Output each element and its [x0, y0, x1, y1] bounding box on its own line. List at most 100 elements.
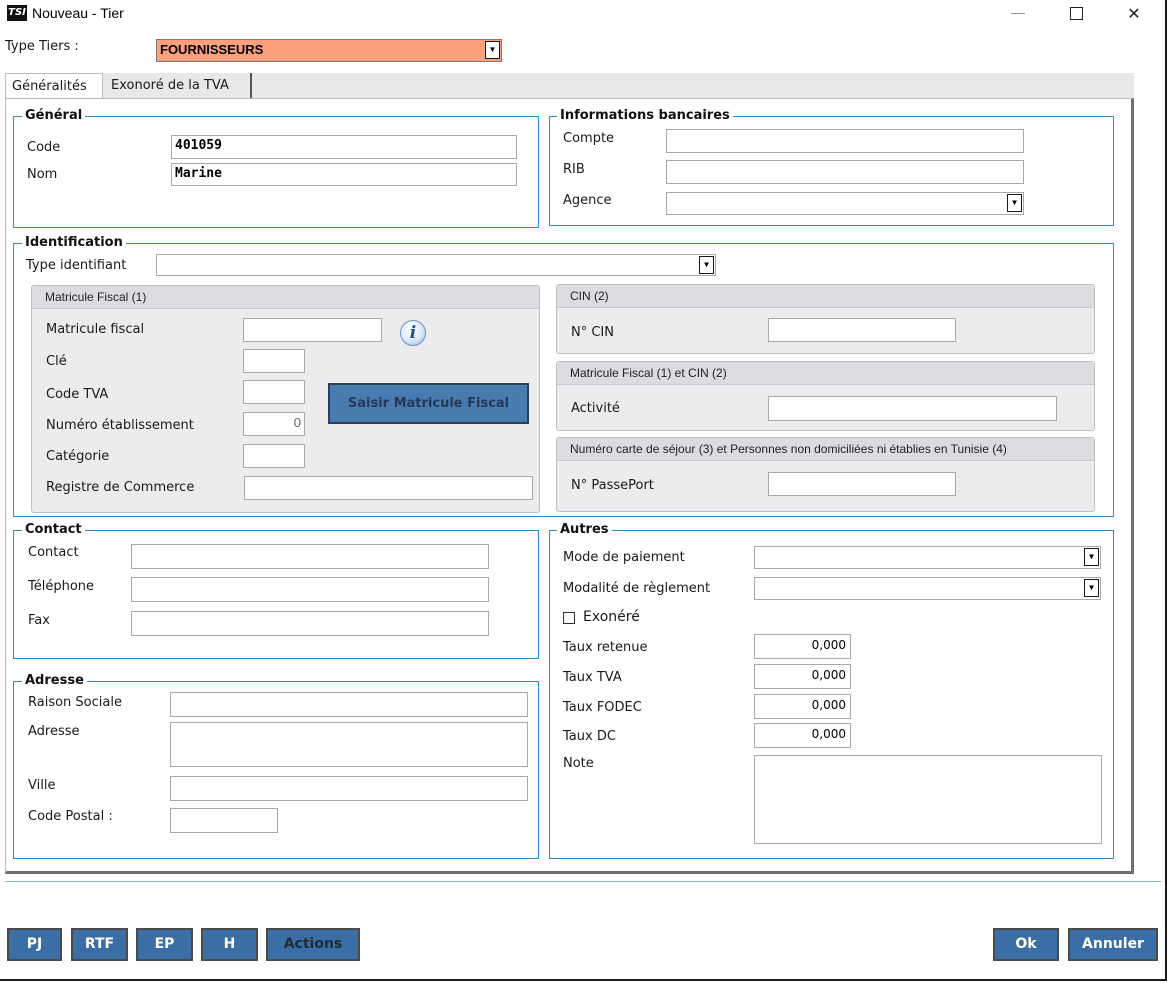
chevron-down-icon[interactable] — [1084, 579, 1099, 597]
raison-sociale-label: Raison Sociale — [28, 695, 122, 710]
tab-exonore-tva[interactable]: Exonoré de la TVA — [105, 73, 252, 99]
minimize-icon — [1011, 13, 1025, 14]
adresse-label: Adresse — [28, 724, 80, 739]
tab-strip: Généralités Exonoré de la TVA — [5, 73, 1134, 99]
footer-divider — [5, 881, 1161, 882]
taux-tva-input[interactable]: 0,000 — [754, 664, 851, 689]
cin-panel-title: CIN (2) — [557, 285, 1094, 308]
numero-etablissement-input[interactable]: 0 — [243, 412, 305, 436]
chevron-down-icon[interactable] — [485, 41, 500, 59]
code-postal-label: Code Postal : — [28, 809, 113, 824]
saisir-matricule-fiscal-button[interactable]: Saisir Matricule Fiscal — [328, 383, 529, 424]
chevron-down-icon[interactable] — [1084, 548, 1099, 566]
compte-label: Compte — [563, 131, 615, 146]
mode-paiement-select[interactable] — [754, 546, 1101, 569]
ok-button[interactable]: Ok — [993, 928, 1059, 961]
activite-label: Activité — [571, 401, 620, 416]
close-button[interactable]: ✕ — [1111, 0, 1157, 28]
contact-group-title: Contact — [22, 523, 85, 537]
code-label: Code — [27, 140, 61, 155]
adresse-group-title: Adresse — [22, 674, 87, 688]
note-textarea[interactable] — [754, 755, 1102, 844]
type-tiers-select[interactable]: FOURNISSEURS — [156, 39, 502, 62]
rib-input[interactable] — [666, 160, 1024, 184]
telephone-label: Téléphone — [28, 579, 95, 594]
taux-retenue-label: Taux retenue — [563, 640, 648, 655]
raison-sociale-input[interactable] — [170, 692, 528, 717]
fax-input[interactable] — [131, 611, 489, 636]
close-icon: ✕ — [1127, 4, 1141, 23]
maximize-icon — [1070, 7, 1083, 20]
agence-label: Agence — [563, 193, 612, 208]
cin-input[interactable] — [768, 318, 956, 342]
h-button[interactable]: H — [201, 928, 258, 961]
ville-input[interactable] — [170, 776, 528, 801]
window: TSI Nouveau - Tier ✕ Type Tiers : FOURNI… — [0, 0, 1167, 981]
categorie-input[interactable] — [243, 444, 305, 468]
taux-fodec-input[interactable]: 0,000 — [754, 694, 851, 719]
sejour-panel-title: Numéro carte de séjour (3) et Personnes … — [557, 438, 1094, 461]
exonere-label: Exonéré — [583, 609, 640, 625]
passeport-label: N° PassePort — [571, 478, 654, 493]
type-identifiant-select[interactable] — [156, 254, 716, 276]
mf-cin-panel-title: Matricule Fiscal (1) et CIN (2) — [557, 362, 1094, 385]
mode-paiement-label: Mode de paiement — [563, 550, 685, 565]
title-bar: TSI Nouveau - Tier ✕ — [0, 0, 1165, 28]
cin-label: N° CIN — [571, 325, 614, 340]
annuler-button[interactable]: Annuler — [1068, 928, 1158, 961]
pj-button[interactable]: PJ — [7, 928, 62, 961]
ep-button[interactable]: EP — [136, 928, 193, 961]
taux-retenue-input[interactable]: 0,000 — [754, 634, 851, 659]
general-group-title: Général — [22, 109, 86, 123]
taux-fodec-label: Taux FODEC — [563, 700, 642, 715]
taux-tva-label: Taux TVA — [563, 670, 622, 685]
cle-label: Clé — [46, 354, 67, 369]
nom-label: Nom — [27, 167, 58, 182]
compte-input[interactable] — [666, 129, 1024, 153]
identification-group-title: Identification — [22, 236, 126, 250]
tab-generalites[interactable]: Généralités — [5, 73, 103, 99]
matricule-fiscal-panel-title: Matricule Fiscal (1) — [32, 286, 539, 309]
agence-select[interactable] — [666, 192, 1024, 215]
adresse-textarea[interactable] — [170, 722, 528, 767]
taux-dc-label: Taux DC — [563, 729, 616, 744]
chevron-down-icon[interactable] — [1007, 194, 1022, 212]
chevron-down-icon[interactable] — [699, 256, 714, 274]
modalite-reglement-select[interactable] — [754, 577, 1101, 600]
taux-dc-input[interactable]: 0,000 — [754, 723, 851, 748]
activite-input[interactable] — [768, 396, 1057, 421]
code-tva-input[interactable] — [243, 380, 305, 404]
rib-label: RIB — [563, 162, 585, 177]
type-tiers-label: Type Tiers : — [5, 39, 79, 54]
autres-group-title: Autres — [557, 523, 612, 537]
bank-group-title: Informations bancaires — [557, 109, 733, 123]
registre-commerce-label: Registre de Commerce — [46, 480, 195, 495]
telephone-input[interactable] — [131, 577, 489, 602]
rtf-button[interactable]: RTF — [71, 928, 128, 961]
passeport-input[interactable] — [768, 472, 956, 496]
matricule-fiscal-input[interactable] — [243, 318, 382, 342]
exonere-checkbox[interactable] — [563, 612, 575, 624]
actions-button[interactable]: Actions — [266, 928, 360, 961]
nom-input[interactable]: Marine — [171, 163, 517, 186]
ville-label: Ville — [28, 778, 56, 793]
code-input[interactable]: 401059 — [171, 135, 517, 159]
code-tva-label: Code TVA — [46, 387, 109, 402]
app-logo-icon: TSI — [7, 5, 27, 21]
info-icon[interactable]: i — [400, 320, 426, 346]
numero-etablissement-label: Numéro établissement — [46, 418, 194, 433]
contact-input[interactable] — [131, 544, 489, 569]
type-identifiant-label: Type identifiant — [26, 258, 127, 273]
minimize-button[interactable] — [995, 0, 1041, 28]
type-tiers-value: FOURNISSEURS — [160, 42, 264, 57]
window-title: Nouveau - Tier — [32, 5, 124, 21]
modalite-reglement-label: Modalité de règlement — [563, 581, 711, 596]
registre-commerce-input[interactable] — [244, 476, 533, 500]
code-postal-input[interactable] — [170, 808, 278, 833]
fax-label: Fax — [28, 613, 50, 628]
contact-label: Contact — [28, 545, 79, 560]
categorie-label: Catégorie — [46, 449, 110, 464]
maximize-button[interactable] — [1054, 0, 1100, 28]
note-label: Note — [563, 756, 594, 771]
cle-input[interactable] — [243, 349, 305, 373]
